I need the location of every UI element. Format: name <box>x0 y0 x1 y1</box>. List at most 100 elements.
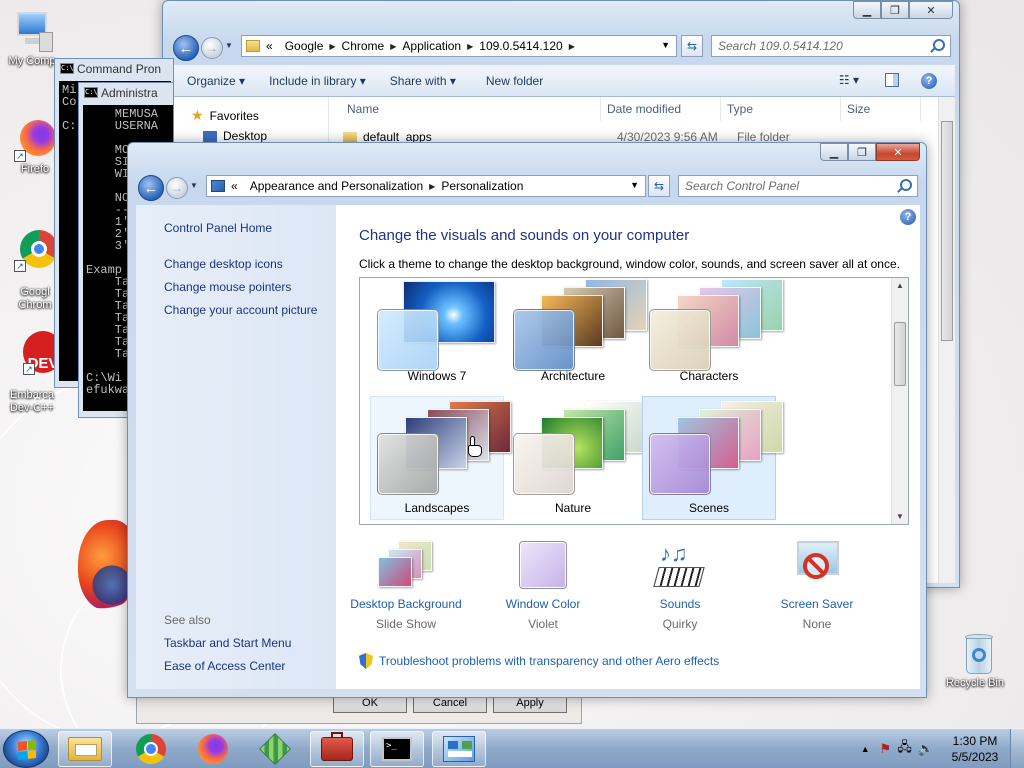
theme-scenes[interactable]: Scenes <box>642 396 783 520</box>
volume-icon[interactable]: 🔈 <box>918 741 934 757</box>
address-segment[interactable]: Application <box>396 39 467 53</box>
back-button[interactable]: ← <box>173 35 199 61</box>
scroll-down-arrow-icon[interactable]: ▼ <box>896 512 904 521</box>
taskbar-explorer[interactable] <box>58 731 112 767</box>
organize-button[interactable]: Organize ▾ <box>167 74 257 88</box>
desktop-icon-label: My Comp <box>8 55 56 67</box>
address-segment[interactable]: 109.0.5414.120 <box>473 39 568 53</box>
troubleshoot-link[interactable]: Troubleshoot problems with transparency … <box>359 653 719 669</box>
column-header-date[interactable]: Date modified <box>601 97 721 121</box>
column-header-type[interactable]: Type <box>721 97 841 121</box>
share-with-button[interactable]: Share with ▾ <box>378 74 468 88</box>
nav-favorites[interactable]: ★ Favorites <box>191 107 259 124</box>
action-center-icon[interactable]: ⚑ <box>880 741 892 757</box>
new-folder-button[interactable]: New folder <box>468 74 555 88</box>
change-desktop-icons-link[interactable]: Change desktop icons <box>164 257 283 271</box>
clock-date: 5/5/2023 <box>951 750 999 764</box>
desktop-icon-label: Googl Chrom <box>18 286 52 311</box>
refresh-icon[interactable]: ⇆ <box>681 35 703 57</box>
address-dropdown-icon[interactable]: ▼ <box>630 180 639 190</box>
refresh-icon[interactable]: ⇆ <box>648 175 670 197</box>
preview-pane-icon[interactable] <box>885 73 899 87</box>
start-button[interactable] <box>3 730 49 768</box>
breadcrumb-chevron-icon[interactable]: ▶ <box>569 42 575 51</box>
taskbar-firefox[interactable] <box>186 731 240 767</box>
help-icon[interactable]: ? <box>900 209 916 225</box>
theme-characters[interactable]: Characters <box>642 278 783 388</box>
theme-landscapes[interactable]: Landscapes <box>370 396 511 520</box>
change-view-icon[interactable]: ☷ ▾ <box>839 73 859 87</box>
address-segment[interactable]: Google <box>279 39 330 53</box>
back-button[interactable]: ← <box>138 175 164 201</box>
scrollbar-thumb[interactable] <box>941 121 953 341</box>
scroll-up-arrow-icon[interactable]: ▲ <box>896 281 904 290</box>
window-color-setting[interactable]: Window Color Violet <box>473 541 613 631</box>
recent-pages-dropdown[interactable]: ▼ <box>190 181 198 190</box>
address-segment[interactable]: Appearance and Personalization <box>244 179 429 193</box>
address-overflow[interactable]: « <box>225 179 244 193</box>
forward-button[interactable]: → <box>166 177 188 199</box>
firefox-icon <box>198 734 228 764</box>
search-placeholder: Search Control Panel <box>685 179 800 193</box>
cmd-icon: C:\ <box>84 87 98 98</box>
window-color-swatch <box>513 433 575 495</box>
search-input[interactable]: Search Control Panel <box>678 175 918 197</box>
network-icon[interactable]: 🖧 <box>897 738 912 760</box>
column-header-size[interactable]: Size <box>841 97 921 121</box>
maximize-button[interactable]: ❐ <box>848 143 876 161</box>
desktop-icon-recycle-bin[interactable]: Recycle Bin <box>942 632 1008 690</box>
desktop-background-icon <box>378 541 434 591</box>
sounds-setting[interactable]: ♪♫ Sounds Quirky <box>610 541 750 631</box>
theme-label: Architecture <box>540 369 606 383</box>
change-mouse-pointers-link[interactable]: Change mouse pointers <box>164 280 291 294</box>
change-account-picture-link[interactable]: Change your account picture <box>164 303 317 317</box>
recent-pages-dropdown[interactable]: ▼ <box>225 41 233 50</box>
show-desktop-button[interactable] <box>1010 729 1024 768</box>
theme-list-scrollbar[interactable]: ▲ ▼ <box>891 278 908 524</box>
setting-title: Screen Saver <box>780 597 854 611</box>
search-placeholder: Search 109.0.5414.120 <box>718 39 843 53</box>
close-button[interactable]: ✕ <box>876 143 920 161</box>
theme-windows-7[interactable]: Windows 7 <box>370 278 504 388</box>
folder-icon <box>343 131 357 143</box>
show-hidden-icons-icon[interactable]: ▲ <box>861 744 870 754</box>
taskbar-start-menu-link[interactable]: Taskbar and Start Menu <box>164 636 291 650</box>
explorer-scrollbar[interactable] <box>938 97 955 583</box>
address-segment[interactable]: Personalization <box>435 179 529 193</box>
theme-nature[interactable]: Nature <box>506 396 647 520</box>
maximize-button[interactable]: ❐ <box>881 1 909 19</box>
taskbar-cmd[interactable]: >_ <box>370 731 424 767</box>
clock[interactable]: 1:30 PM 5/5/2023 <box>940 733 1010 765</box>
command-bar: Organize ▾ Include in library ▾ Share wi… <box>167 65 955 97</box>
page-title: Change the visuals and sounds on your co… <box>359 227 690 244</box>
ease-of-access-link[interactable]: Ease of Access Center <box>164 659 285 673</box>
screen-saver-setting[interactable]: Screen Saver None <box>747 541 887 631</box>
minimize-button[interactable]: ▁ <box>853 1 881 19</box>
theme-architecture[interactable]: Architecture <box>506 278 647 388</box>
address-bar[interactable]: « Google ▶ Chrome ▶ Application ▶ 109.0.541… <box>241 35 677 57</box>
window-color-swatch <box>649 309 711 371</box>
scrollbar-thumb[interactable] <box>894 322 906 386</box>
close-button[interactable]: ✕ <box>909 1 953 19</box>
help-icon[interactable]: ? <box>921 73 937 89</box>
minimize-button[interactable]: ▁ <box>820 143 848 161</box>
address-overflow[interactable]: « <box>260 39 279 53</box>
control-panel-icon <box>443 736 475 762</box>
taskbar-toolbox[interactable] <box>310 731 364 767</box>
search-icon[interactable] <box>900 179 912 191</box>
personalization-window[interactable]: ▁ ❐ ✕ ← → ▼ « Appearance and Personaliza… <box>127 142 927 698</box>
desktop-background-setting[interactable]: Desktop Background Slide Show <box>336 541 476 631</box>
address-dropdown-icon[interactable]: ▼ <box>661 40 670 50</box>
forward-button[interactable]: → <box>201 37 223 59</box>
column-header-name[interactable]: Name <box>341 97 601 121</box>
taskbar-chrome[interactable] <box>124 731 178 767</box>
include-in-library-button[interactable]: Include in library ▾ <box>257 74 378 88</box>
nav-desktop[interactable]: Desktop <box>203 129 267 143</box>
search-icon[interactable] <box>933 39 945 51</box>
address-segment[interactable]: Chrome <box>336 39 391 53</box>
taskbar-control-panel[interactable] <box>432 731 486 767</box>
address-bar[interactable]: « Appearance and Personalization ▶ Person… <box>206 175 646 197</box>
search-input[interactable]: Search 109.0.5414.120 <box>711 35 951 57</box>
taskbar-package[interactable] <box>248 731 302 767</box>
control-panel-home-link[interactable]: Control Panel Home <box>164 221 272 235</box>
